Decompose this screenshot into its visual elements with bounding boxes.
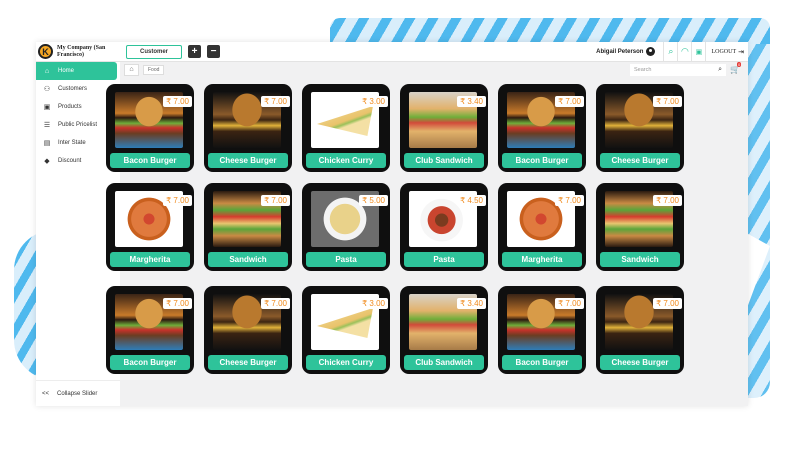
box-icon: ▣ xyxy=(43,104,51,111)
product-card[interactable]: ₹ 3.00 Chicken Curry xyxy=(302,286,390,374)
sidebar-item-label: Home xyxy=(58,68,75,74)
lock-icon[interactable]: ▣ xyxy=(691,41,705,62)
product-price: ₹ 7.00 xyxy=(653,96,682,107)
product-name: Sandwich xyxy=(208,252,288,267)
product-name: Cheese Burger xyxy=(208,355,288,370)
search-placeholder: Search xyxy=(634,66,652,73)
home-icon: ⌂ xyxy=(44,67,50,75)
product-price: ₹ 7.00 xyxy=(163,195,192,206)
brand: K My Company (San Francisco) xyxy=(36,42,122,62)
product-name: Chicken Curry xyxy=(306,355,386,370)
document-icon: ▤ xyxy=(43,140,51,147)
product-name: Cheese Burger xyxy=(600,355,680,370)
product-name: Bacon Burger xyxy=(110,355,190,370)
remove-order-button[interactable]: − xyxy=(207,45,220,58)
product-card[interactable]: ₹ 7.00 Bacon Burger xyxy=(498,84,586,172)
product-name: Bacon Burger xyxy=(110,153,190,168)
decorative-stripes-top xyxy=(330,18,770,44)
product-name: Bacon Burger xyxy=(502,153,582,168)
user-avatar-icon[interactable] xyxy=(646,47,656,56)
product-card[interactable]: ₹ 4.50 Pasta xyxy=(400,183,488,271)
add-order-button[interactable]: + xyxy=(188,45,201,58)
sidebar-item-home[interactable]: ⌂ Home xyxy=(36,62,117,80)
logout-label: LOGOUT xyxy=(711,48,737,55)
company-logo: K xyxy=(38,44,53,59)
product-price: ₹ 3.40 xyxy=(457,96,486,107)
product-price: ₹ 7.00 xyxy=(555,96,584,107)
product-price: ₹ 3.00 xyxy=(359,298,388,309)
wifi-icon: ◠ xyxy=(677,41,691,62)
product-card[interactable]: ₹ 3.40 Club Sandwich xyxy=(400,286,488,374)
product-name: Chicken Curry xyxy=(306,153,386,168)
tag-icon: ◆ xyxy=(44,158,50,165)
product-price: ₹ 7.00 xyxy=(261,96,290,107)
logout-button[interactable]: LOGOUT ⇥ xyxy=(705,41,748,62)
product-name: Bacon Burger xyxy=(502,355,582,370)
product-card[interactable]: ₹ 7.00 Margherita xyxy=(498,183,586,271)
collapse-slider-button[interactable]: << Collapse Slider xyxy=(36,380,120,406)
users-icon: ⚇ xyxy=(43,86,51,93)
sidebar-item-label: Customers xyxy=(58,86,88,92)
product-name: Cheese Burger xyxy=(208,153,288,168)
product-price: ₹ 7.00 xyxy=(163,96,192,107)
logout-icon: ⇥ xyxy=(738,47,744,56)
sidebar-item-label: Inter State xyxy=(58,140,86,146)
user-name: Abigail Peterson xyxy=(596,48,644,55)
sub-bar: ⌂ Food Search ⌕ 🛒 0 xyxy=(120,62,748,77)
product-price: ₹ 7.00 xyxy=(555,195,584,206)
product-name: Club Sandwich xyxy=(404,355,484,370)
customer-button[interactable]: Customer xyxy=(126,44,182,59)
product-price: ₹ 3.40 xyxy=(457,298,486,309)
product-name: Cheese Burger xyxy=(600,153,680,168)
product-name: Club Sandwich xyxy=(404,153,484,168)
product-price: ₹ 7.00 xyxy=(555,298,584,309)
product-price: ₹ 7.00 xyxy=(653,195,682,206)
cart-count-badge: 0 xyxy=(737,62,742,67)
product-card[interactable]: ₹ 5.00 Pasta xyxy=(302,183,390,271)
product-card[interactable]: ₹ 7.00 Cheese Burger xyxy=(204,84,292,172)
breadcrumb-food[interactable]: Food xyxy=(143,64,165,75)
product-card[interactable]: ₹ 7.00 Bacon Burger xyxy=(106,286,194,374)
top-bar: K My Company (San Francisco) Customer + … xyxy=(36,41,748,62)
product-price: ₹ 3.00 xyxy=(359,96,388,107)
pos-app-window: K My Company (San Francisco) Customer + … xyxy=(36,41,748,406)
product-card[interactable]: ₹ 7.00 Bacon Burger xyxy=(498,286,586,374)
list-icon: ☰ xyxy=(43,122,51,129)
product-price: ₹ 7.00 xyxy=(261,195,290,206)
product-price: ₹ 7.00 xyxy=(261,298,290,309)
collapse-arrow-icon: << xyxy=(42,390,50,397)
product-card[interactable]: ₹ 7.00 Cheese Burger xyxy=(204,286,292,374)
product-card[interactable]: ₹ 7.00 Cheese Burger xyxy=(596,84,684,172)
product-name: Margherita xyxy=(502,252,582,267)
product-price: ₹ 7.00 xyxy=(653,298,682,309)
product-price: ₹ 7.00 xyxy=(163,298,192,309)
product-name: Pasta xyxy=(404,252,484,267)
product-card[interactable]: ₹ 7.00 Sandwich xyxy=(204,183,292,271)
product-name: Margherita xyxy=(110,252,190,267)
home-breadcrumb-button[interactable]: ⌂ xyxy=(124,63,139,76)
sidebar-item-label: Products xyxy=(58,104,82,110)
product-card[interactable]: ₹ 3.40 Club Sandwich xyxy=(400,84,488,172)
product-card[interactable]: ₹ 3.00 Chicken Curry xyxy=(302,84,390,172)
sidebar-item-label: Discount xyxy=(58,158,82,164)
product-price: ₹ 5.00 xyxy=(359,195,388,206)
company-name: My Company (San Francisco) xyxy=(57,45,106,58)
sidebar-item-label: Public Pricelist xyxy=(58,122,98,128)
search-icon[interactable]: ⌕ xyxy=(663,41,677,62)
collapse-slider-label: Collapse Slider xyxy=(57,390,98,397)
product-card[interactable]: ₹ 7.00 Bacon Burger xyxy=(106,84,194,172)
product-name: Pasta xyxy=(306,252,386,267)
product-name: Sandwich xyxy=(600,252,680,267)
product-price: ₹ 4.50 xyxy=(457,195,486,206)
screenshot-stage: K My Company (San Francisco) Customer + … xyxy=(0,0,788,457)
product-card[interactable]: ₹ 7.00 Margherita xyxy=(106,183,194,271)
product-card[interactable]: ₹ 7.00 Cheese Burger xyxy=(596,286,684,374)
cart-icon[interactable]: 🛒 0 xyxy=(730,62,746,74)
search-magnifier-icon: ⌕ xyxy=(718,65,722,73)
product-card[interactable]: ₹ 7.00 Sandwich xyxy=(596,183,684,271)
search-input[interactable]: Search ⌕ xyxy=(630,63,726,76)
